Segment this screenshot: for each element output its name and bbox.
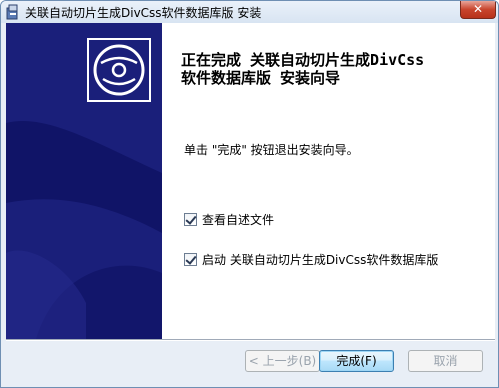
window-title: 关联自动切片生成DivCss软件数据库版 安装 (25, 6, 262, 20)
option-view-readme[interactable]: 查看自述文件 (184, 211, 274, 227)
launch-app-checkbox[interactable] (184, 252, 197, 266)
wizard-banner (6, 23, 162, 339)
heading-line-1: 正在完成 关联自动切片生成DivCss (181, 51, 425, 69)
close-button[interactable]: ✕ (460, 1, 496, 19)
footer-divider (6, 339, 495, 341)
finish-description: 单击 "完成" 按钮退出安装向导。 (184, 143, 359, 157)
title-bar[interactable]: 关联自动切片生成DivCss软件数据库版 安装 ✕ (1, 1, 498, 23)
installer-icon (5, 4, 21, 20)
page-heading: 正在完成 关联自动切片生成DivCss 软件数据库版 安装向导 (181, 51, 481, 87)
option-launch-app[interactable]: 启动 关联自动切片生成DivCss软件数据库版 (184, 251, 438, 267)
close-icon: ✕ (472, 2, 484, 16)
heading-line-2: 软件数据库版 安装向导 (181, 69, 341, 87)
cancel-button[interactable]: 取消 (408, 350, 483, 372)
view-readme-checkbox[interactable] (184, 212, 197, 226)
installer-window: 关联自动切片生成DivCss软件数据库版 安装 ✕ 正在完成 关联自动切片生成D… (0, 0, 499, 388)
back-button[interactable]: < 上一步(B) (245, 350, 320, 372)
finish-button[interactable]: 完成(F) (319, 350, 394, 372)
wizard-content: 正在完成 关联自动切片生成DivCss 软件数据库版 安装向导 单击 "完成" … (6, 23, 495, 339)
cd-disc-icon (87, 38, 151, 102)
launch-app-label[interactable]: 启动 关联自动切片生成DivCss软件数据库版 (202, 251, 438, 268)
view-readme-label[interactable]: 查看自述文件 (202, 211, 274, 228)
